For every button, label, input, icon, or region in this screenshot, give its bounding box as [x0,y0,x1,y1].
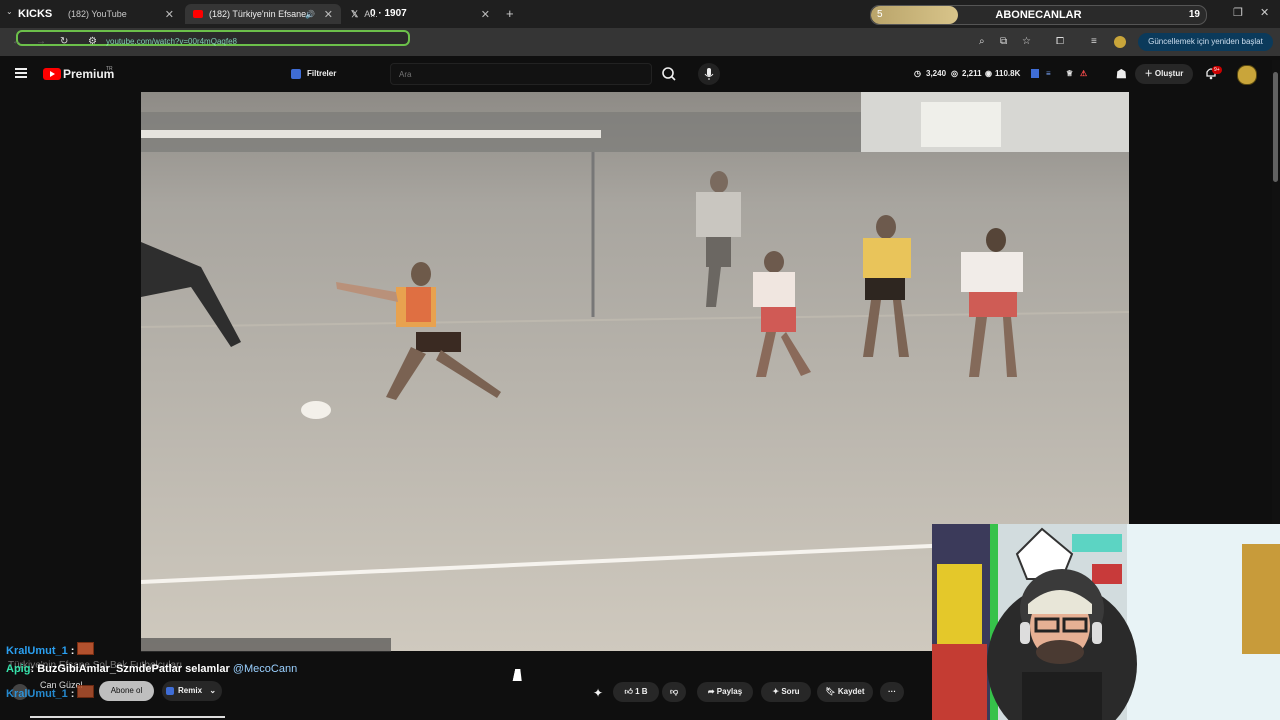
tab-title: (182) YouTube [68,9,127,19]
x-counter: 0 · 1907 [370,8,407,19]
subscriber-goal-label: ABONECANLAR [995,9,1082,21]
search-input[interactable] [390,63,652,85]
webcam-image [932,524,1280,720]
stat-eye-icon: ◉ [985,69,992,78]
zoom-icon[interactable]: ⌕ [979,36,990,47]
chat-username: KralUmut_1 [6,645,68,657]
menu-icon[interactable] [15,68,27,78]
profile-avatar-icon[interactable] [1114,36,1126,48]
chat-message: KralUmut_1 : [6,685,95,700]
x-logo-icon: 𝕏 [351,8,359,19]
chat-separator: : [67,688,75,700]
notification-badge: 9+ [1212,66,1222,74]
voice-search-button[interactable] [698,63,720,85]
subscriber-goal-bar: 5 ABONECANLAR 19 [870,5,1207,25]
like-button[interactable]: 👍︎ 1 B [613,682,659,702]
browser-tab-strip: (182) YouTube ✕ (182) Türkiye'nin Efsane… [0,0,1280,28]
chat-text: BuzGibiAmlar_SzmdePatlar selamlar [37,663,233,675]
chat-mention: @MecoCann [232,663,298,675]
emote-icon [77,642,95,655]
new-tab-button[interactable]: + [506,6,514,21]
close-icon[interactable]: ✕ [324,8,333,21]
bookmark-star-icon[interactable]: ☆ [1022,36,1033,47]
ask-label: Soru [781,687,800,696]
kicks-overlay-label: KICKS [18,8,53,20]
forward-icon[interactable]: → [36,36,47,47]
thumbs-up-icon: 👍︎ [624,687,633,696]
streamer-webcam [932,524,1280,720]
speaker-icon[interactable]: 🔊 [305,10,315,19]
extension-badge-icon[interactable] [1031,69,1039,78]
chat-username: KralUmut_1 [6,688,68,700]
stat-clock-icon: ◷ [914,69,921,78]
create-button[interactable]: ＋ Oluştur [1135,64,1193,84]
site-info-icon[interactable]: ⚙ [88,36,99,47]
subscriber-goal-target: 19 [1188,9,1200,20]
bookmark-icon: 🔖︎ [825,687,836,696]
stat-views: 2,211 [962,69,982,78]
like-count: 1 B [635,687,648,696]
tab-search-icon[interactable]: ⌄ [6,7,13,16]
dislike-button[interactable]: 👎︎ [662,682,686,702]
youtube-logo-icon[interactable] [43,68,61,80]
account-avatar[interactable] [1237,65,1257,85]
ask-button[interactable]: ✦ Soru [761,682,811,702]
install-app-icon[interactable]: ⧉ [1000,36,1011,47]
close-icon[interactable]: ✕ [165,8,174,21]
microphone-icon [704,68,714,80]
stat-total: 110.8K [995,69,1021,78]
tab-video[interactable]: (182) Türkiye'nin Efsane So... 🔊 ✕ [185,4,341,24]
update-restart-button[interactable]: Güncellemek için yeniden başlat [1138,33,1273,51]
tab-x[interactable]: 𝕏 A... ✕ [343,4,498,24]
chat-separator: : [67,645,75,657]
tab-title: (182) Türkiye'nin Efsane So... [209,9,309,19]
close-window-icon[interactable]: ✕ [1260,6,1269,19]
youtube-favicon-icon [193,10,203,18]
share-icon: ➦ [707,687,715,696]
subscribe-label: Abone ol [110,686,143,695]
subscribe-button[interactable]: Abone ol [99,681,154,701]
share-button[interactable]: ➦ Paylaş [697,682,753,702]
restore-window-icon[interactable]: ❐ [1233,6,1243,19]
stat-eye-icon: ◎ [951,69,958,78]
share-label: Paylaş [716,687,743,696]
video-caption-bar [141,638,391,652]
scrollbar-thumb[interactable] [1273,72,1278,182]
create-label: Oluştur [1154,69,1184,78]
emote-icon [77,685,95,698]
hat-icon[interactable]: ☗ [1116,67,1127,81]
save-label: Kaydet [837,687,865,696]
remix-label: Remix [178,686,203,695]
remix-button[interactable]: Remix ⌄ [162,681,223,701]
mouse-cursor-icon [512,669,525,681]
url-text[interactable]: youtube.com/watch?v=00r4mQaqfe8 [106,37,237,46]
list-icon[interactable]: ≡ [1046,69,1051,78]
chat-username: Apig [6,663,31,675]
thumbs-down-icon: 👎︎ [669,687,679,696]
chat-message: KralUmut_1 : [6,642,95,657]
search-icon [662,67,676,81]
filters-label: Filtreler [307,69,337,78]
search-button[interactable] [656,63,682,85]
stat-watchtime: 3,240 [926,69,947,78]
extensions-icon[interactable]: ⧠ [1056,36,1067,47]
chat-message: Apig: BuzGibiAmlar_SzmdePatlar selamlar … [6,663,297,675]
sparkle-icon: ✦ [772,687,780,696]
chevron-down-icon: ⌄ [209,686,217,695]
hype-icon[interactable]: ✦ [593,686,603,700]
filters-button[interactable]: Filtreler [287,66,342,82]
alert-bell-icon[interactable]: ⚠ [1080,69,1087,78]
close-icon[interactable]: ✕ [481,8,490,21]
media-control-icon[interactable]: ≡ [1091,36,1102,47]
back-icon[interactable]: ← [12,36,23,47]
update-restart-label: Güncellemek için yeniden başlat [1148,37,1263,46]
more-icon: ··· [888,687,896,696]
region-label: TR [106,66,113,72]
save-button[interactable]: 🔖︎ Kaydet [817,682,873,702]
more-actions-button[interactable]: ··· [880,682,904,702]
trophy-icon[interactable]: ♕ [1066,69,1073,78]
reload-icon[interactable]: ↻ [60,36,71,47]
progress-line [30,716,225,718]
